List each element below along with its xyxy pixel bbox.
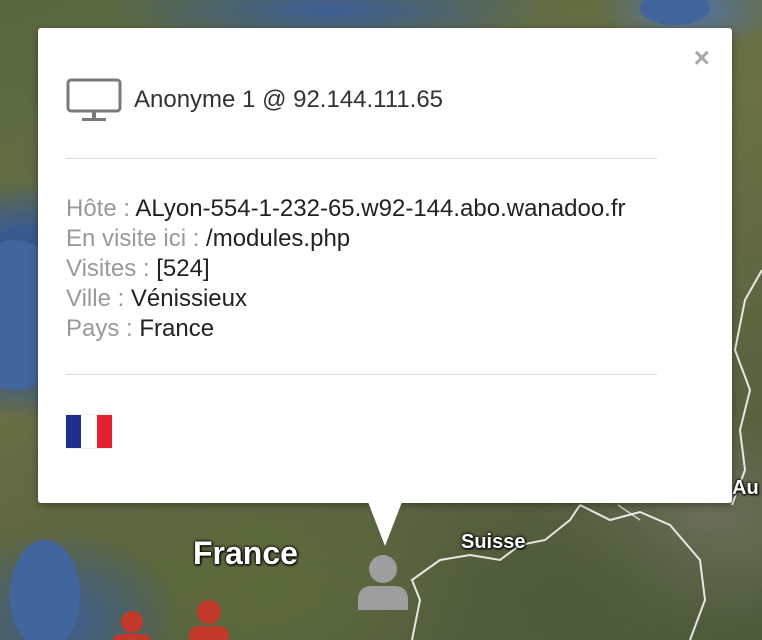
visiting-page-label: En visite ici : (66, 225, 207, 252)
visitor-marker[interactable] (187, 598, 231, 640)
visiting-page-value: /modules.php (206, 225, 351, 252)
popup-title: Anonyme 1 @ 92.144.111.65 (134, 86, 444, 113)
visitor-marker-selected[interactable] (356, 552, 410, 610)
city-label: Ville : (66, 285, 131, 312)
monitor-icon (66, 78, 122, 121)
visitor-info-popup: × Anonyme 1 @ 92.144.111.65 Hôte : ALyon… (38, 28, 732, 503)
host-label: Hôte : (66, 195, 136, 222)
close-button[interactable]: × (694, 44, 710, 72)
city-row: Ville : Vénissieux (66, 284, 626, 314)
visits-value: [524] (156, 255, 210, 282)
visitor-details: Hôte : ALyon-554-1-232-65.w92-144.abo.wa… (66, 194, 626, 344)
visitor-marker[interactable] (111, 610, 153, 640)
flag-stripe-white (81, 415, 97, 448)
divider (66, 158, 657, 159)
visits-label: Visites : (66, 255, 157, 282)
country-label: Pays : (66, 315, 140, 342)
country-row: Pays : France (66, 314, 626, 344)
map-label-suisse: Suisse (461, 531, 526, 553)
popup-header: Anonyme 1 @ 92.144.111.65 (66, 78, 443, 122)
france-flag-icon (66, 415, 112, 448)
map-label-partial: Au (732, 477, 759, 499)
visiting-page-row: En visite ici : /modules.php (66, 224, 626, 254)
flag-stripe-blue (66, 415, 82, 448)
flag-stripe-red (96, 415, 112, 448)
city-value: Vénissieux (130, 285, 247, 312)
divider (66, 374, 657, 375)
visits-row: Visites : [524] (66, 254, 626, 284)
host-row: Hôte : ALyon-554-1-232-65.w92-144.abo.wa… (66, 194, 626, 224)
popup-pointer (368, 502, 402, 546)
host-value: ALyon-554-1-232-65.w92-144.abo.wanadoo.f… (135, 195, 626, 222)
country-value: France (139, 315, 215, 342)
map-label-france: France (193, 535, 298, 571)
